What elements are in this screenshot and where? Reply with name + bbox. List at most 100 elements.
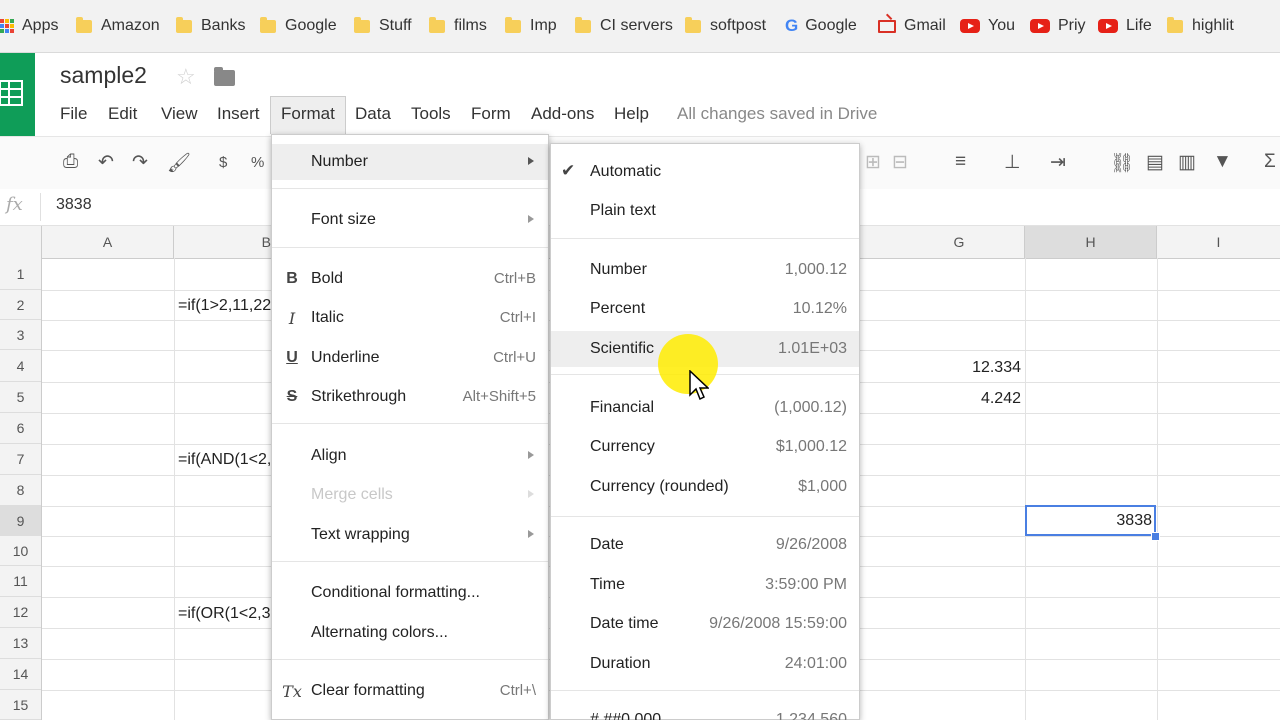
cell-b12[interactable]: =if(OR(1<2,3 [178,605,272,623]
row-header[interactable]: 13 [0,628,41,659]
menu-item-italic[interactable]: I Italic Ctrl+I [272,300,548,336]
fill-handle[interactable] [1151,532,1160,541]
column-header-i[interactable]: I [1157,226,1280,258]
cell-g4[interactable]: 12.334 [900,359,1021,377]
bookmark-youtube-priy[interactable]: Priy [1030,14,1086,38]
document-title[interactable]: sample2 [60,62,147,89]
menu-item-underline[interactable]: U Underline Ctrl+U [272,340,548,376]
menu-form[interactable]: Form [471,100,511,128]
number-format-plain-text[interactable]: Plain text [551,193,859,229]
menu-item-font-size[interactable]: Font size [272,202,548,238]
row-header[interactable]: 3 [0,320,41,350]
number-format-custom[interactable]: #,##0.000 1,234.560 [551,702,859,720]
undo-icon[interactable]: ↶ [98,151,114,174]
number-format-date-time[interactable]: Date time 9/26/2008 15:59:00 [551,606,859,642]
number-format-percent[interactable]: Percent 10.12% [551,291,859,327]
number-format-duration[interactable]: Duration 24:01:00 [551,646,859,682]
formula-input[interactable]: 3838 [56,196,92,214]
number-format-currency[interactable]: Currency $1,000.12 [551,429,859,465]
menu-item-align[interactable]: Align [272,438,548,474]
number-format-currency-rounded[interactable]: Currency (rounded) $1,000 [551,469,859,505]
insert-chart-icon[interactable]: ▥ [1178,151,1196,174]
bookmark-highlit[interactable]: highlit [1167,14,1234,38]
vertical-align-icon[interactable]: ⊥ [1004,151,1021,174]
column-header-a[interactable]: A [42,226,174,258]
row-header[interactable]: 9 [0,506,41,536]
number-format-date[interactable]: Date 9/26/2008 [551,527,859,563]
number-format-automatic[interactable]: ✔ Automatic [551,154,859,190]
functions-icon[interactable]: Σ [1264,151,1276,173]
bookmark-banks[interactable]: Banks [176,14,245,38]
menu-edit[interactable]: Edit [108,100,137,128]
menu-insert[interactable]: Insert [217,100,260,128]
filter-icon[interactable]: ▼ [1213,151,1232,173]
number-format-label: #,##0.000 [590,711,662,720]
column-header-b[interactable]: B [174,226,272,258]
row-header[interactable]: 10 [0,536,41,566]
menu-format[interactable]: Format [281,100,335,128]
text-wrapping-icon[interactable]: ⇥ [1050,151,1066,174]
menu-item-alternating-colors[interactable]: Alternating colors... [272,615,548,651]
row-header[interactable]: 14 [0,659,41,690]
insert-comment-icon[interactable]: ▤ [1146,151,1164,174]
sheets-logo[interactable] [0,53,35,136]
column-header-g[interactable]: G [860,226,1025,258]
menu-item-merge-cells[interactable]: Merge cells [272,477,548,513]
redo-icon[interactable]: ↷ [132,151,148,174]
menu-item-bold[interactable]: B Bold Ctrl+B [272,261,548,297]
menu-data[interactable]: Data [355,100,391,128]
row-header[interactable]: 2 [0,290,41,320]
menu-addons[interactable]: Add-ons [531,100,594,128]
menu-file[interactable]: File [60,100,87,128]
bookmark-youtube-you[interactable]: You [960,14,1015,38]
bookmark-google-folder[interactable]: Google [260,14,337,38]
horizontal-align-icon[interactable]: ≡ [955,151,966,173]
menu-item-strikethrough[interactable]: S Strikethrough Alt+Shift+5 [272,379,548,415]
star-icon[interactable]: ☆ [176,64,196,90]
bookmark-films[interactable]: films [429,14,487,38]
menu-item-clear-formatting[interactable]: Tx Clear formatting Ctrl+\ [272,673,548,709]
row-header[interactable]: 8 [0,475,41,506]
menu-tools[interactable]: Tools [411,100,451,128]
paint-format-icon[interactable]: 🖌 [167,151,191,175]
move-to-folder-icon[interactable] [214,67,235,86]
row-header[interactable]: 6 [0,413,41,444]
bookmark-stuff[interactable]: Stuff [354,14,412,38]
print-icon[interactable]: ⎙ [63,151,78,173]
cell-b2[interactable]: =if(1>2,11,22) [178,297,272,315]
bookmark-amazon[interactable]: Amazon [76,14,160,38]
menu-item-conditional-formatting[interactable]: Conditional formatting... [272,575,548,611]
row-header[interactable]: 7 [0,444,41,475]
currency-format-button[interactable]: $ [219,154,227,171]
row-header[interactable]: 1 [0,258,41,290]
bookmark-ci-servers[interactable]: CI servers [575,14,673,38]
merge-cells-icon[interactable]: ⊟ [892,151,908,174]
row-header[interactable]: 12 [0,597,41,628]
bookmark-apps[interactable]: Apps [0,14,58,38]
row-header[interactable]: 15 [0,690,41,720]
menu-item-number[interactable]: Number [272,144,548,180]
cell-b7[interactable]: =if(AND(1<2, [178,451,272,469]
percent-format-button[interactable]: % [251,154,264,171]
bookmark-gmail[interactable]: Gmail [878,14,946,38]
number-format-number[interactable]: Number 1,000.12 [551,252,859,288]
row-header[interactable]: 4 [0,350,41,382]
row-header[interactable]: 11 [0,566,41,597]
bookmark-google[interactable]: G Google [785,14,857,38]
save-status[interactable]: All changes saved in Drive [677,100,877,128]
menu-view[interactable]: View [161,100,198,128]
number-format-time[interactable]: Time 3:59:00 PM [551,567,859,603]
menu-help[interactable]: Help [614,100,649,128]
bookmark-imp[interactable]: Imp [505,14,557,38]
select-all-corner[interactable] [0,226,42,258]
active-cell-selection[interactable] [1025,505,1156,536]
bookmark-youtube-life[interactable]: Life [1098,14,1152,38]
bookmark-label: highlit [1192,17,1234,34]
insert-link-icon[interactable]: ⛓ [1110,151,1134,175]
cell-g5[interactable]: 4.242 [900,390,1021,408]
row-header[interactable]: 5 [0,382,41,413]
borders-icon[interactable]: ⊞ [865,151,881,174]
bookmark-softpost[interactable]: softpost [685,14,766,38]
column-header-h[interactable]: H [1025,226,1157,258]
menu-item-text-wrapping[interactable]: Text wrapping [272,517,548,553]
